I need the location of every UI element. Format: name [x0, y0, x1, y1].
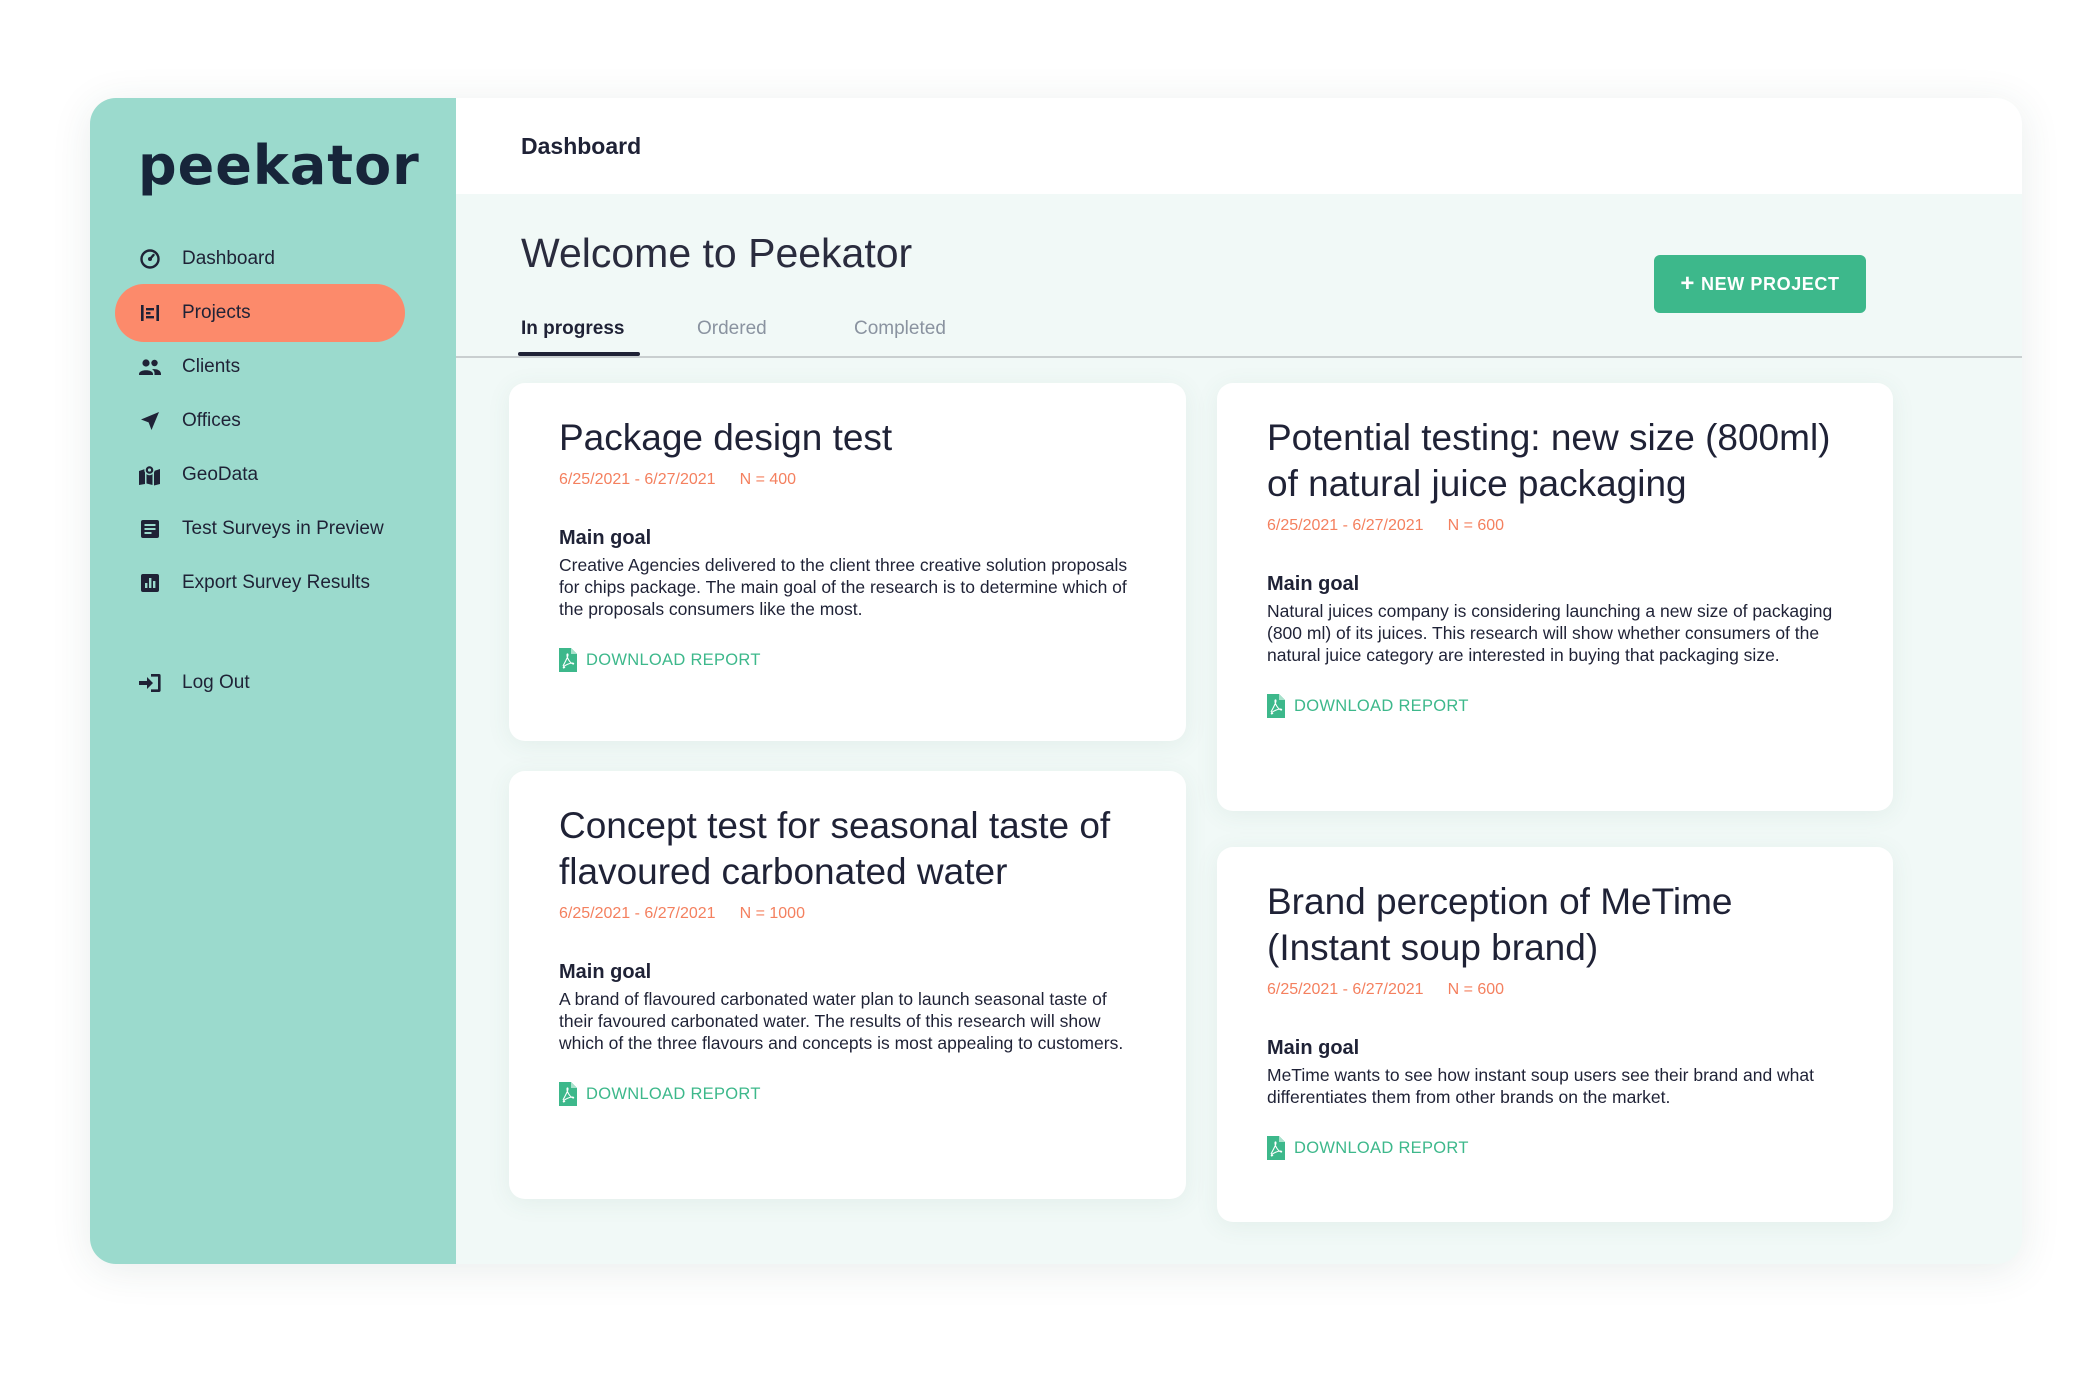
pdf-icon [1267, 694, 1285, 718]
tab-completed[interactable]: Completed [854, 318, 946, 340]
sidebar-item-label: Projects [182, 302, 251, 323]
peekator-logo[interactable]: peekator [138, 134, 420, 197]
project-title: Concept test for seasonal taste of flavo… [559, 805, 1111, 892]
clients-icon [138, 355, 162, 379]
projects-icon [138, 301, 162, 325]
project-meta: 6/25/2021 - 6/27/2021 N = 600 [1267, 981, 1843, 999]
sidebar-item-projects[interactable]: Projects [90, 284, 456, 342]
project-meta: 6/25/2021 - 6/27/2021 N = 600 [1267, 517, 1843, 535]
main-content: Dashboard Welcome to Peekator + NEW PROJ… [456, 98, 2022, 1264]
main-goal-heading: Main goal [1267, 1037, 1360, 1059]
sidebar-item-label: Export Survey Results [182, 572, 370, 593]
download-report-link[interactable]: DOWNLOAD REPORT [1267, 1136, 1843, 1160]
main-goal-heading: Main goal [559, 961, 652, 983]
main-goal-text: Natural juices company is considering la… [1267, 601, 1833, 665]
project-card[interactable]: Potential testing: new size (800ml) of n… [1217, 383, 1893, 811]
sidebar-nav: Dashboard Projects Clients Offices GeoDa… [90, 232, 456, 710]
main-goal-text: A brand of flavoured carbonated water pl… [559, 989, 1124, 1053]
project-dates: 6/25/2021 - 6/27/2021 [1267, 517, 1424, 534]
project-tabs: In progress Ordered Completed [456, 310, 2022, 358]
main-goal-text: Creative Agencies delivered to the clien… [559, 555, 1128, 619]
project-sample-size: N = 1000 [739, 905, 805, 922]
project-card[interactable]: Package design test 6/25/2021 - 6/27/202… [509, 383, 1186, 741]
plus-icon: + [1680, 270, 1695, 297]
project-dates: 6/25/2021 - 6/27/2021 [559, 905, 716, 922]
logout-icon [138, 671, 162, 695]
project-sample-size: N = 600 [1447, 981, 1505, 998]
project-meta: 6/25/2021 - 6/27/2021 N = 400 [559, 471, 1136, 489]
export-results-icon [138, 571, 162, 595]
sidebar-item-export-results[interactable]: Export Survey Results [90, 556, 456, 610]
download-report-link[interactable]: DOWNLOAD REPORT [559, 1082, 1136, 1106]
new-project-button[interactable]: + NEW PROJECT [1654, 255, 1866, 313]
download-report-label: DOWNLOAD REPORT [586, 1084, 761, 1103]
sidebar-item-label: Dashboard [182, 248, 275, 269]
project-title: Brand perception of MeTime (Instant soup… [1267, 881, 1733, 968]
active-tab-indicator [518, 352, 640, 356]
sidebar-item-offices[interactable]: Offices [90, 394, 456, 448]
download-report-label: DOWNLOAD REPORT [1294, 696, 1469, 715]
pdf-icon [559, 1082, 577, 1106]
project-card[interactable]: Brand perception of MeTime (Instant soup… [1217, 847, 1893, 1222]
sidebar-item-clients[interactable]: Clients [90, 340, 456, 394]
project-title: Potential testing: new size (800ml) of n… [1267, 417, 1831, 504]
welcome-heading: Welcome to Peekator [521, 230, 913, 276]
pdf-icon [559, 648, 577, 672]
survey-preview-icon [138, 517, 162, 541]
project-title: Package design test [559, 417, 893, 458]
sidebar-item-label: Test Surveys in Preview [182, 518, 384, 539]
app-window: peekator Dashboard Projects Clients Offi… [90, 98, 2022, 1264]
download-report-link[interactable]: DOWNLOAD REPORT [559, 648, 1136, 672]
main-goal-heading: Main goal [559, 527, 652, 549]
project-meta: 6/25/2021 - 6/27/2021 N = 1000 [559, 905, 1136, 923]
project-sample-size: N = 400 [739, 471, 797, 488]
project-card[interactable]: Concept test for seasonal taste of flavo… [509, 771, 1186, 1199]
offices-icon [138, 409, 162, 433]
sidebar-item-label: Offices [182, 410, 241, 431]
geodata-icon [138, 463, 162, 487]
tab-in-progress[interactable]: In progress [521, 318, 624, 340]
sidebar-item-label: Clients [182, 356, 241, 377]
sidebar: peekator Dashboard Projects Clients Offi… [90, 98, 456, 1264]
main-goal-heading: Main goal [1267, 573, 1360, 595]
sidebar-item-test-surveys[interactable]: Test Surveys in Preview [90, 502, 456, 556]
sidebar-item-logout[interactable]: Log Out [90, 656, 456, 710]
sidebar-item-geodata[interactable]: GeoData [90, 448, 456, 502]
pdf-icon [1267, 1136, 1285, 1160]
download-report-link[interactable]: DOWNLOAD REPORT [1267, 694, 1843, 718]
dashboard-icon [138, 247, 162, 271]
project-sample-size: N = 600 [1447, 517, 1505, 534]
main-goal-text: MeTime wants to see how instant soup use… [1267, 1065, 1815, 1107]
project-dates: 6/25/2021 - 6/27/2021 [559, 471, 716, 488]
project-dates: 6/25/2021 - 6/27/2021 [1267, 981, 1424, 998]
tab-ordered[interactable]: Ordered [697, 318, 767, 340]
new-project-label: NEW PROJECT [1701, 273, 1840, 294]
download-report-label: DOWNLOAD REPORT [1294, 1138, 1469, 1157]
page-title: Dashboard [521, 132, 642, 159]
top-bar: Dashboard [456, 98, 2022, 194]
download-report-label: DOWNLOAD REPORT [586, 650, 761, 669]
logout-label: Log Out [182, 672, 250, 693]
sidebar-item-label: GeoData [182, 464, 259, 485]
sidebar-item-dashboard[interactable]: Dashboard [90, 232, 456, 286]
